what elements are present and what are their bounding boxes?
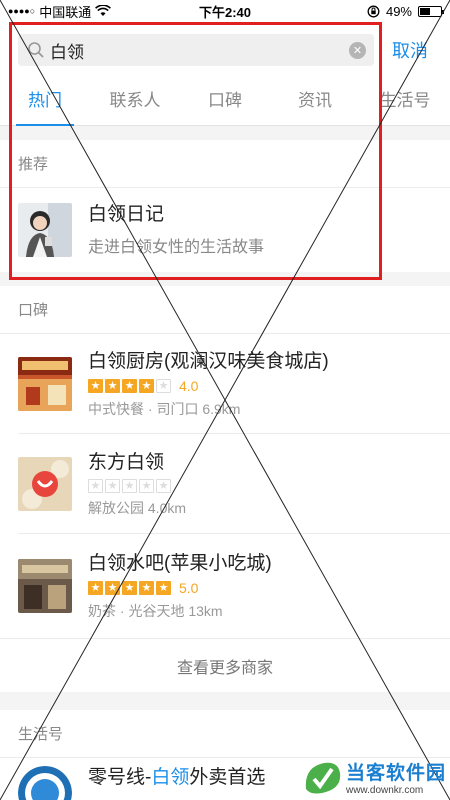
recommend-header-label: 推荐 <box>18 156 49 173</box>
wifi-icon <box>95 5 112 16</box>
life-header-label: 生活号 <box>18 726 64 743</box>
star-icon: ★ <box>88 378 103 393</box>
tab-life[interactable]: 生活号 <box>360 78 450 125</box>
battery-level <box>420 7 430 15</box>
life-item-text: 零号线-白领外卖首选 <box>88 766 265 790</box>
watermark-url: www.downkr.com <box>345 785 424 796</box>
search-input[interactable] <box>50 40 349 60</box>
star-icon: ★ <box>122 580 137 595</box>
star-icon: ★ <box>156 580 171 595</box>
tab-hot[interactable]: 热门 <box>0 78 90 126</box>
watermark-logo-icon <box>305 762 341 794</box>
recommend-item-text: 白领日记 走进白领女性的生活故事 <box>88 203 264 257</box>
carrier-label: 中国联通 <box>39 4 92 20</box>
star-rating: ★ ★ ★ ★ ★ 5.0 <box>88 580 272 596</box>
tab-contacts[interactable]: 联系人 <box>90 78 180 125</box>
star-icon: ★ <box>139 580 154 595</box>
koubei-item-2-text: 东方白领 ★ ★ ★ ★ ★ 解放公园 4.0km <box>88 451 186 518</box>
signal-icon: ●●●●○ <box>8 6 36 16</box>
star-icon: ★ <box>105 478 120 493</box>
watermark-name: 当客软件园 <box>345 763 446 784</box>
star-icon: ★ <box>156 478 171 493</box>
life-section-header: 生活号 <box>0 710 450 758</box>
orientation-lock-icon <box>367 5 380 17</box>
shop-title: 白领厨房(观澜汉味美食城店) <box>88 350 329 372</box>
recommend-item-subtitle: 走进白领女性的生活故事 <box>88 239 265 256</box>
status-bar: ●●●●○ 中国联通 下午2:40 49% <box>0 0 450 22</box>
shop-thumbnail <box>18 357 72 411</box>
recommend-section-header: 推荐 <box>0 140 450 188</box>
star-icon: ★ <box>139 378 154 393</box>
shop-title: 东方白领 <box>88 451 165 473</box>
rating-value: 4.0 <box>179 377 199 394</box>
title-suffix: 外卖首选 <box>189 767 266 788</box>
recommend-item[interactable]: 白领日记 走进白领女性的生活故事 <box>0 188 450 272</box>
star-rating: ★ ★ ★ ★ ★ 4.0 <box>88 378 329 394</box>
battery-icon <box>418 5 444 17</box>
tab-news[interactable]: 资讯 <box>270 78 360 125</box>
title-prefix: 零号线- <box>88 767 152 788</box>
koubei-item-2[interactable]: 东方白领 ★ ★ ★ ★ ★ 解放公园 4.0km <box>0 434 450 534</box>
cancel-button[interactable]: 取消 <box>392 37 428 63</box>
koubei-section-header: 口碑 <box>0 286 450 334</box>
shop-title: 白领水吧(苹果小吃城) <box>88 552 272 574</box>
status-left: ●●●●○ 中国联通 <box>8 2 367 21</box>
star-icon: ★ <box>88 478 103 493</box>
koubei-item-3[interactable]: 白领水吧(苹果小吃城) ★ ★ ★ ★ ★ 5.0 奶茶 · 光谷天地 13km <box>0 534 450 638</box>
life-item-title: 零号线-白领外卖首选 <box>88 766 265 790</box>
search-icon <box>26 40 46 60</box>
avatar <box>18 203 72 257</box>
star-icon: ★ <box>122 378 137 393</box>
koubei-item-3-text: 白领水吧(苹果小吃城) ★ ★ ★ ★ ★ 5.0 奶茶 · 光谷天地 13km <box>88 552 272 621</box>
rating-value: 5.0 <box>179 579 199 596</box>
shop-thumbnail <box>18 559 72 613</box>
star-rating: ★ ★ ★ ★ ★ <box>88 478 186 493</box>
title-keyword: 白领 <box>151 767 190 788</box>
shop-thumbnail <box>18 457 72 511</box>
star-icon: ★ <box>122 478 137 493</box>
koubei-item-1-text: 白领厨房(观澜汉味美食城店) ★ ★ ★ ★ ★ 4.0 中式快餐 · 司门口 … <box>88 350 329 419</box>
star-icon: ★ <box>105 378 120 393</box>
tab-bar: 热门 联系人 口碑 资讯 生活号 <box>0 78 450 126</box>
koubei-header-label: 口碑 <box>18 302 49 319</box>
star-icon: ★ <box>88 580 103 595</box>
clear-icon[interactable]: ✕ <box>349 41 366 59</box>
watermark: 当客软件园 www.downkr.com <box>302 758 446 796</box>
shop-meta: 中式快餐 · 司门口 6.9km <box>88 400 241 417</box>
battery-percent: 49% <box>385 3 412 19</box>
star-icon: ★ <box>139 478 154 493</box>
star-icon: ★ <box>156 378 171 393</box>
koubei-item-1[interactable]: 白领厨房(观澜汉味美食城店) ★ ★ ★ ★ ★ 4.0 中式快餐 · 司门口 … <box>0 334 450 434</box>
search-header: ✕ 取消 <box>0 22 450 78</box>
tab-koubei[interactable]: 口碑 <box>180 78 270 125</box>
recommend-item-title: 白领日记 <box>88 204 165 225</box>
shop-meta: 解放公园 4.0km <box>88 499 187 516</box>
shop-meta: 奶茶 · 光谷天地 13km <box>88 602 223 619</box>
search-box[interactable]: ✕ <box>18 34 374 66</box>
view-more-button[interactable]: 查看更多商家 <box>0 638 450 692</box>
life-account-avatar <box>18 766 72 800</box>
watermark-text: 当客软件园 www.downkr.com <box>346 758 446 796</box>
star-icon: ★ <box>105 580 120 595</box>
status-right: 49% <box>367 3 444 19</box>
